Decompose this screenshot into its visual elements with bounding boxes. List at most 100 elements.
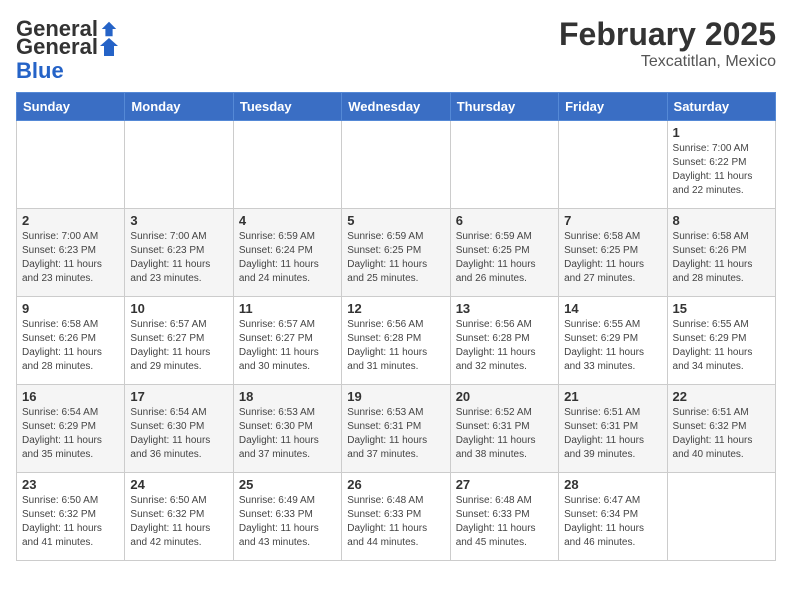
day-info: Sunrise: 6:59 AMSunset: 6:25 PMDaylight:… (347, 230, 444, 286)
calendar-week-row: 16 Sunrise: 6:54 AMSunset: 6:29 PMDayligh… (17, 385, 776, 473)
day-number: 9 (22, 301, 119, 316)
calendar-cell (233, 121, 341, 209)
calendar-cell: 16 Sunrise: 6:54 AMSunset: 6:29 PMDayligh… (17, 385, 125, 473)
day-number: 7 (564, 213, 661, 228)
day-number: 11 (239, 301, 336, 316)
day-number: 10 (130, 301, 227, 316)
header-saturday: Saturday (667, 93, 775, 121)
day-number: 8 (673, 213, 770, 228)
day-info: Sunrise: 6:57 AMSunset: 6:27 PMDaylight:… (130, 318, 227, 374)
day-info: Sunrise: 6:53 AMSunset: 6:30 PMDaylight:… (239, 406, 336, 462)
day-info: Sunrise: 6:51 AMSunset: 6:32 PMDaylight:… (673, 406, 770, 462)
calendar-cell: 20 Sunrise: 6:52 AMSunset: 6:31 PMDayligh… (450, 385, 558, 473)
calendar-cell: 12Sunrise: 6:56 AMSunset: 6:28 PMDayligh… (342, 297, 450, 385)
day-number: 23 (22, 477, 119, 492)
day-info: Sunrise: 6:59 AMSunset: 6:25 PMDaylight:… (456, 230, 553, 286)
calendar-week-row: 9 Sunrise: 6:58 AMSunset: 6:26 PMDaylight… (17, 297, 776, 385)
day-info: Sunrise: 6:59 AMSunset: 6:24 PMDaylight:… (239, 230, 336, 286)
logo-blue-label: Blue (16, 58, 64, 84)
day-number: 17 (130, 389, 227, 404)
logo-flag-icon (99, 37, 119, 57)
calendar-cell: 4 Sunrise: 6:59 AMSunset: 6:24 PMDaylight… (233, 209, 341, 297)
calendar-cell (342, 121, 450, 209)
day-info: Sunrise: 6:54 AMSunset: 6:29 PMDaylight:… (22, 406, 119, 462)
day-info: Sunrise: 7:00 AMSunset: 6:23 PMDaylight:… (22, 230, 119, 286)
calendar-cell: 18 Sunrise: 6:53 AMSunset: 6:30 PMDayligh… (233, 385, 341, 473)
day-number: 5 (347, 213, 444, 228)
day-info: Sunrise: 6:50 AMSunset: 6:32 PMDaylight:… (130, 494, 227, 550)
day-number: 2 (22, 213, 119, 228)
calendar-cell: 23 Sunrise: 6:50 AMSunset: 6:32 PMDayligh… (17, 473, 125, 561)
day-info: Sunrise: 6:58 AMSunset: 6:26 PMDaylight:… (673, 230, 770, 286)
logo-general-label: General (16, 34, 98, 60)
calendar-cell: 11 Sunrise: 6:57 AMSunset: 6:27 PMDayligh… (233, 297, 341, 385)
day-number: 6 (456, 213, 553, 228)
day-number: 4 (239, 213, 336, 228)
day-info: Sunrise: 6:47 AMSunset: 6:34 PMDaylight:… (564, 494, 661, 550)
day-info: Sunrise: 6:52 AMSunset: 6:31 PMDaylight:… (456, 406, 553, 462)
day-number: 19 (347, 389, 444, 404)
calendar-cell: 15 Sunrise: 6:55 AMSunset: 6:29 PMDayligh… (667, 297, 775, 385)
day-number: 28 (564, 477, 661, 492)
day-info: Sunrise: 6:58 AMSunset: 6:26 PMDaylight:… (22, 318, 119, 374)
calendar-cell: 8 Sunrise: 6:58 AMSunset: 6:26 PMDaylight… (667, 209, 775, 297)
day-info: Sunrise: 6:57 AMSunset: 6:27 PMDaylight:… (239, 318, 336, 374)
calendar-cell: 21 Sunrise: 6:51 AMSunset: 6:31 PMDayligh… (559, 385, 667, 473)
calendar-cell (559, 121, 667, 209)
calendar-cell (667, 473, 775, 561)
calendar-cell: 1Sunrise: 7:00 AMSunset: 6:22 PMDaylight… (667, 121, 775, 209)
day-number: 14 (564, 301, 661, 316)
location-title: Texcatitlan, Mexico (559, 53, 776, 71)
month-title: February 2025 (559, 16, 776, 53)
calendar-cell (125, 121, 233, 209)
calendar-cell: 24 Sunrise: 6:50 AMSunset: 6:32 PMDayligh… (125, 473, 233, 561)
day-info: Sunrise: 6:55 AMSunset: 6:29 PMDaylight:… (673, 318, 770, 374)
page-header: General General Blue February 2025 Texca… (16, 16, 776, 84)
day-info: Sunrise: 6:58 AMSunset: 6:25 PMDaylight:… (564, 230, 661, 286)
day-info: Sunrise: 6:50 AMSunset: 6:32 PMDaylight:… (22, 494, 119, 550)
day-number: 1 (673, 125, 770, 140)
calendar-week-row: 23 Sunrise: 6:50 AMSunset: 6:32 PMDayligh… (17, 473, 776, 561)
day-number: 18 (239, 389, 336, 404)
day-info: Sunrise: 6:48 AMSunset: 6:33 PMDaylight:… (456, 494, 553, 550)
day-info: Sunrise: 6:56 AMSunset: 6:28 PMDaylight:… (347, 318, 444, 374)
day-number: 13 (456, 301, 553, 316)
header-thursday: Thursday (450, 93, 558, 121)
day-number: 21 (564, 389, 661, 404)
calendar-cell: 2 Sunrise: 7:00 AMSunset: 6:23 PMDaylight… (17, 209, 125, 297)
calendar-week-row: 1Sunrise: 7:00 AMSunset: 6:22 PMDaylight… (17, 121, 776, 209)
day-number: 27 (456, 477, 553, 492)
day-number: 24 (130, 477, 227, 492)
day-number: 22 (673, 389, 770, 404)
title-section: February 2025 Texcatitlan, Mexico (559, 16, 776, 71)
day-info: Sunrise: 6:53 AMSunset: 6:31 PMDaylight:… (347, 406, 444, 462)
header-tuesday: Tuesday (233, 93, 341, 121)
calendar-cell: 6 Sunrise: 6:59 AMSunset: 6:25 PMDaylight… (450, 209, 558, 297)
calendar-cell (450, 121, 558, 209)
calendar-cell: 26Sunrise: 6:48 AMSunset: 6:33 PMDayligh… (342, 473, 450, 561)
day-info: Sunrise: 6:56 AMSunset: 6:28 PMDaylight:… (456, 318, 553, 374)
calendar-week-row: 2 Sunrise: 7:00 AMSunset: 6:23 PMDaylight… (17, 209, 776, 297)
calendar-cell (17, 121, 125, 209)
day-info: Sunrise: 6:54 AMSunset: 6:30 PMDaylight:… (130, 406, 227, 462)
calendar-cell: 22 Sunrise: 6:51 AMSunset: 6:32 PMDayligh… (667, 385, 775, 473)
day-number: 15 (673, 301, 770, 316)
calendar-cell: 25Sunrise: 6:49 AMSunset: 6:33 PMDayligh… (233, 473, 341, 561)
calendar-cell: 3Sunrise: 7:00 AMSunset: 6:23 PMDaylight… (125, 209, 233, 297)
calendar-cell: 14 Sunrise: 6:55 AMSunset: 6:29 PMDayligh… (559, 297, 667, 385)
day-info: Sunrise: 6:51 AMSunset: 6:31 PMDaylight:… (564, 406, 661, 462)
calendar-cell: 5 Sunrise: 6:59 AMSunset: 6:25 PMDaylight… (342, 209, 450, 297)
day-info: Sunrise: 6:55 AMSunset: 6:29 PMDaylight:… (564, 318, 661, 374)
calendar-cell: 28 Sunrise: 6:47 AMSunset: 6:34 PMDayligh… (559, 473, 667, 561)
day-info: Sunrise: 6:48 AMSunset: 6:33 PMDaylight:… (347, 494, 444, 550)
header-friday: Friday (559, 93, 667, 121)
calendar-cell: 7 Sunrise: 6:58 AMSunset: 6:25 PMDaylight… (559, 209, 667, 297)
day-info: Sunrise: 7:00 AMSunset: 6:23 PMDaylight:… (130, 230, 227, 286)
header-monday: Monday (125, 93, 233, 121)
day-number: 20 (456, 389, 553, 404)
day-info: Sunrise: 6:49 AMSunset: 6:33 PMDaylight:… (239, 494, 336, 550)
calendar-header-row: Sunday Monday Tuesday Wednesday Thursday… (17, 93, 776, 121)
calendar-cell: 19 Sunrise: 6:53 AMSunset: 6:31 PMDayligh… (342, 385, 450, 473)
day-number: 16 (22, 389, 119, 404)
logo: General General Blue (16, 16, 120, 84)
